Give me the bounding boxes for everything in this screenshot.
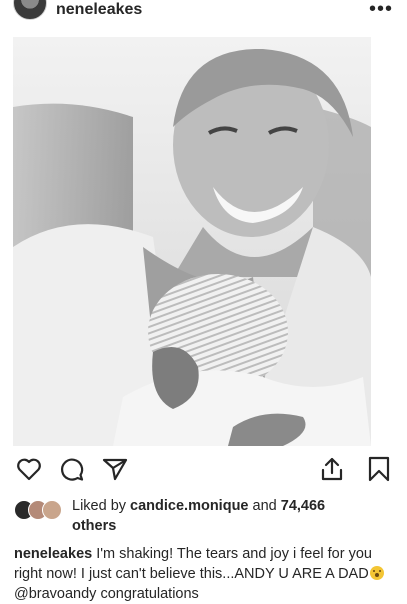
upload-icon[interactable]: [318, 455, 346, 488]
heart-icon[interactable]: [15, 455, 43, 488]
likes-suffix[interactable]: others: [72, 518, 116, 534]
post-photo[interactable]: [13, 37, 371, 446]
likes-summary[interactable]: Liked by candice.monique and 74,466 other…: [72, 496, 392, 536]
avatar[interactable]: [13, 0, 47, 20]
hushed-face-emoji-icon: [369, 566, 384, 580]
likes-prefix: Liked by: [72, 498, 131, 514]
post-header: neneleakes •••: [0, 0, 407, 26]
comment-icon[interactable]: [58, 455, 86, 488]
post-caption: neneleakes I'm shaking! The tears and jo…: [14, 544, 394, 604]
photo-illustration: [13, 37, 371, 446]
bookmark-icon[interactable]: [365, 455, 393, 488]
share-icon[interactable]: [101, 455, 129, 488]
likes-middle: and: [248, 498, 281, 514]
caption-username[interactable]: neneleakes: [14, 546, 92, 562]
post-actions: [0, 455, 407, 487]
liker-avatars[interactable]: [14, 500, 66, 520]
liker-avatar-3: [42, 500, 62, 520]
more-options-icon[interactable]: •••: [369, 0, 393, 19]
likes-count[interactable]: 74,466: [281, 498, 325, 514]
liker-username[interactable]: candice.monique: [130, 498, 248, 514]
likes-row: Liked by candice.monique and 74,466 other…: [0, 496, 407, 536]
post-username[interactable]: neneleakes: [56, 1, 142, 19]
